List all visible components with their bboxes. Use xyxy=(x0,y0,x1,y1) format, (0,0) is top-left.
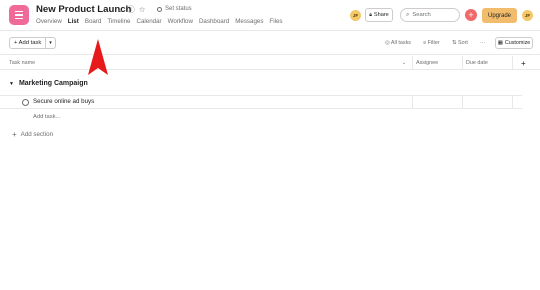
tab-calendar[interactable]: Calendar xyxy=(136,18,166,28)
chevron-down-icon[interactable]: ⌄ xyxy=(117,5,123,14)
sort-button[interactable]: ⇅ Sort xyxy=(452,40,468,46)
upgrade-button[interactable]: Upgrade xyxy=(482,8,517,23)
set-status-label: Set status xyxy=(165,6,192,12)
create-plus-button[interactable]: + xyxy=(465,9,477,21)
add-column-button[interactable]: + xyxy=(521,56,526,70)
complete-checkbox-icon[interactable] xyxy=(22,99,29,106)
section-title[interactable]: Marketing Campaign xyxy=(19,80,88,87)
task-name[interactable]: Secure online ad buys xyxy=(33,98,94,105)
tab-overview[interactable]: Overview xyxy=(36,18,67,28)
filter-icon: ≡ xyxy=(423,40,427,46)
project-list-icon[interactable] xyxy=(9,5,29,25)
star-icon[interactable]: ☆ xyxy=(139,5,146,14)
add-task-button-group: + Add task ▾ xyxy=(9,37,56,49)
tab-workflow[interactable]: Workflow xyxy=(168,18,198,28)
tab-files[interactable]: Files xyxy=(269,18,287,28)
set-status-button[interactable]: Set status xyxy=(157,6,192,12)
project-tabs: Overview List Board Timeline Calendar Wo… xyxy=(36,18,289,28)
table-row[interactable]: Secure online ad buys xyxy=(0,95,522,109)
column-divider xyxy=(462,56,463,70)
column-due-date[interactable]: Due date xyxy=(466,56,488,70)
project-header: New Product Launch ⌄ ⓘ ☆ Set status Over… xyxy=(0,0,540,31)
search-placeholder: Search xyxy=(412,12,431,18)
add-section-label: Add section xyxy=(20,131,54,138)
add-task-link[interactable]: Add task... xyxy=(33,114,60,120)
column-task-name[interactable]: Task name xyxy=(9,56,35,70)
column-divider xyxy=(412,56,413,70)
all-tasks-filter[interactable]: ◎ All tasks xyxy=(385,40,411,46)
tab-dashboard[interactable]: Dashboard xyxy=(199,18,234,28)
tab-messages[interactable]: Messages xyxy=(235,18,268,28)
add-section-button[interactable]: + Add section xyxy=(12,130,53,139)
column-divider xyxy=(512,56,513,70)
filter-button[interactable]: ≡ Filter xyxy=(423,40,440,46)
column-divider xyxy=(462,96,463,108)
plus-icon: + xyxy=(12,130,17,139)
chevron-down-icon[interactable]: ⌄ xyxy=(402,56,406,70)
check-circle-icon: ◎ xyxy=(385,40,390,46)
search-input[interactable]: ⌕ Search xyxy=(400,8,460,22)
filter-label: Filter xyxy=(427,40,440,46)
sort-label: Sort xyxy=(458,40,468,46)
info-icon[interactable]: ⓘ xyxy=(127,4,135,15)
sort-icon: ⇅ xyxy=(452,40,457,46)
tab-list[interactable]: List xyxy=(68,18,84,28)
list-toolbar: + Add task ▾ ◎ All tasks ≡ Filter ⇅ Sort… xyxy=(0,31,540,55)
customize-label: Customize xyxy=(504,40,531,46)
chevron-down-icon[interactable]: ▾ xyxy=(46,38,55,48)
search-icon: ⌕ xyxy=(406,11,410,18)
add-task-button[interactable]: + Add task xyxy=(10,38,47,48)
column-assignee[interactable]: Assignee xyxy=(416,56,438,70)
column-divider xyxy=(412,96,413,108)
column-divider xyxy=(512,96,513,108)
member-avatar[interactable]: JF xyxy=(350,10,361,21)
annotation-arrow-icon xyxy=(88,39,108,75)
more-options-icon[interactable]: ··· xyxy=(480,40,485,46)
collapse-triangle-icon[interactable]: ▼ xyxy=(9,81,14,87)
share-label: Share xyxy=(373,12,389,18)
tab-board[interactable]: Board xyxy=(85,18,107,28)
customize-button[interactable]: ▦ Customize xyxy=(495,37,533,49)
share-button[interactable]: 🔒︎ Share xyxy=(365,8,393,22)
status-circle-icon xyxy=(157,6,162,12)
all-tasks-label: All tasks xyxy=(390,40,411,46)
tab-timeline[interactable]: Timeline xyxy=(107,18,135,28)
grid-icon: ▦ xyxy=(497,40,503,46)
lock-icon: 🔒︎ xyxy=(369,12,372,18)
column-header-row: Task name ⌄ Assignee Due date + xyxy=(0,56,540,70)
user-avatar[interactable]: JF xyxy=(522,10,533,21)
section-header[interactable]: ▼ Marketing Campaign xyxy=(9,80,88,87)
title-actions: ⌄ ⓘ ☆ xyxy=(117,4,146,15)
